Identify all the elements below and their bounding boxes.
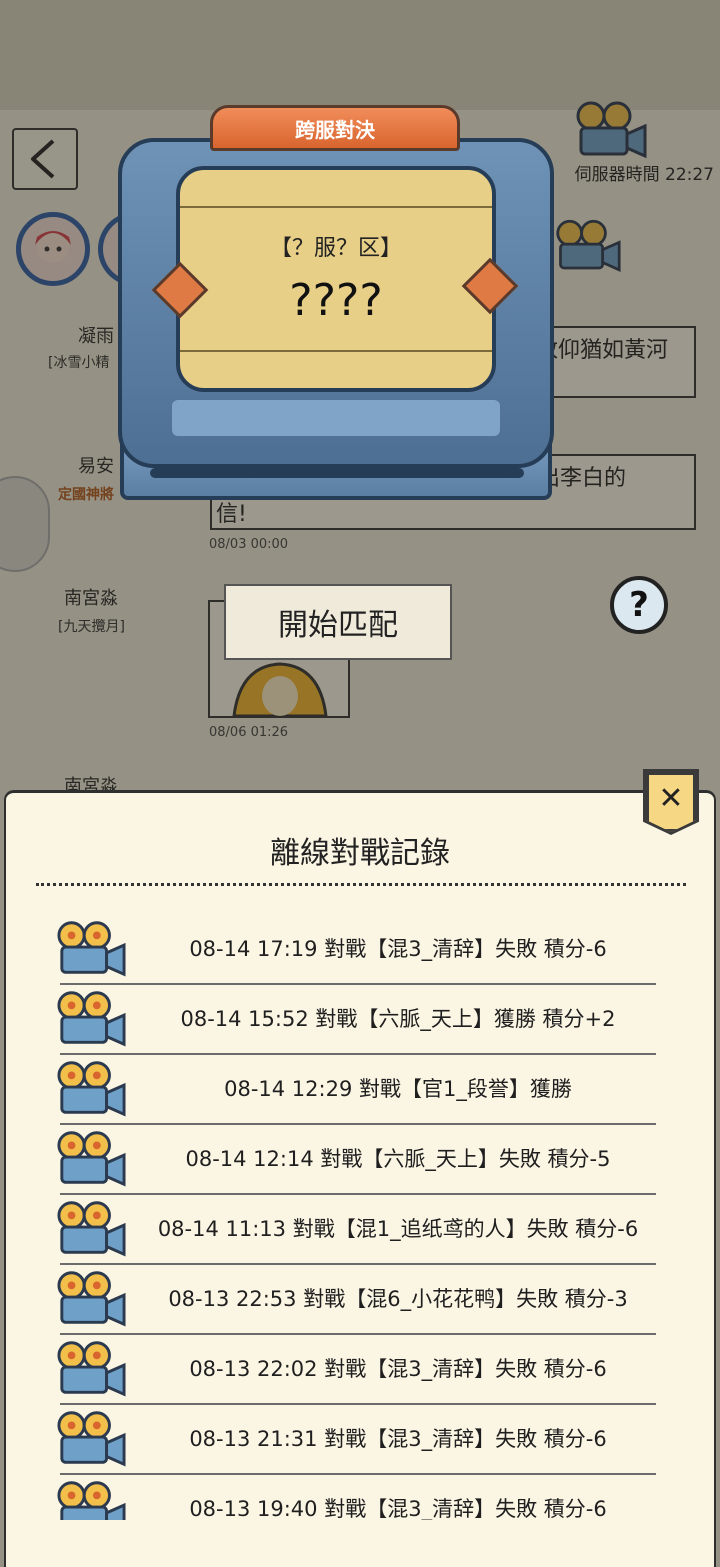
- record-row[interactable]: 08-14 12:29 對戰【官1_段誉】獲勝: [56, 1055, 662, 1125]
- film-camera-icon[interactable]: [56, 1479, 126, 1520]
- close-button[interactable]: ✕: [646, 772, 696, 832]
- film-camera-icon[interactable]: [56, 1059, 126, 1119]
- record-row[interactable]: 08-14 17:19 對戰【混3_清辞】失敗 積分-6: [56, 915, 662, 985]
- record-row[interactable]: 08-14 12:14 對戰【六脈_天上】失敗 積分-5: [56, 1125, 662, 1195]
- modal-title: 離線對戰記錄: [270, 836, 450, 871]
- record-text: 08-13 22:53 對戰【混6_小花花鸭】失敗 積分-3: [168, 1287, 628, 1311]
- record-row[interactable]: 08-13 19:40 對戰【混3_清辞】失敗 積分-6: [56, 1475, 662, 1520]
- opponent-name: ????: [289, 275, 383, 326]
- record-row[interactable]: 08-13 21:31 對戰【混3_清辞】失敗 積分-6: [56, 1405, 662, 1475]
- tv-slot: [150, 468, 524, 478]
- record-list[interactable]: 08-14 17:19 對戰【混3_清辞】失敗 積分-6 08-14 15:52 …: [0, 915, 720, 1520]
- cross-server-title: 跨服對決: [210, 105, 460, 151]
- film-camera-icon[interactable]: [56, 1129, 126, 1189]
- record-row[interactable]: 08-14 11:13 對戰【混1_追纸鸢的人】失敗 積分-6: [56, 1195, 662, 1265]
- record-text: 08-13 21:31 對戰【混3_清辞】失敗 積分-6: [189, 1427, 607, 1451]
- divider: [36, 883, 686, 886]
- tv-control-bar: [172, 400, 500, 436]
- record-row[interactable]: 08-13 22:53 對戰【混6_小花花鸭】失敗 積分-3: [56, 1265, 662, 1335]
- record-text: 08-13 22:02 對戰【混3_清辞】失敗 積分-6: [189, 1357, 607, 1381]
- record-text: 08-14 12:14 對戰【六脈_天上】失敗 積分-5: [185, 1147, 611, 1171]
- film-camera-icon[interactable]: [56, 989, 126, 1049]
- film-camera-icon[interactable]: [56, 1269, 126, 1329]
- film-camera-icon[interactable]: [56, 1199, 126, 1259]
- film-camera-icon[interactable]: [56, 1339, 126, 1399]
- start-match-button[interactable]: 開始匹配: [224, 584, 452, 660]
- record-text: 08-13 19:40 對戰【混3_清辞】失敗 積分-6: [189, 1497, 607, 1520]
- record-row[interactable]: 08-14 15:52 對戰【六脈_天上】獲勝 積分+2: [56, 985, 662, 1055]
- record-text: 08-14 12:29 對戰【官1_段誉】獲勝: [224, 1077, 572, 1101]
- record-text: 08-14 11:13 對戰【混1_追纸鸢的人】失敗 積分-6: [157, 1217, 639, 1241]
- help-button[interactable]: ?: [610, 576, 668, 634]
- record-text: 08-14 17:19 對戰【混3_清辞】失敗 積分-6: [189, 937, 607, 961]
- opponent-region: 【？服？区】: [269, 236, 402, 261]
- record-row[interactable]: 08-13 22:02 對戰【混3_清辞】失敗 積分-6: [56, 1335, 662, 1405]
- film-camera-icon[interactable]: [56, 919, 126, 979]
- film-camera-icon[interactable]: [56, 1409, 126, 1469]
- record-text: 08-14 15:52 對戰【六脈_天上】獲勝 積分+2: [180, 1007, 616, 1031]
